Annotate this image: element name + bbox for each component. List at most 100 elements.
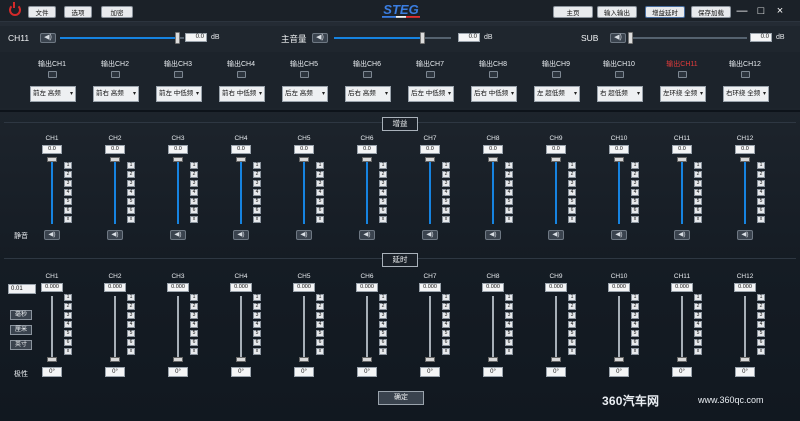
gain-step-button[interactable]: 2 [694, 171, 702, 178]
delay-fader-track[interactable] [618, 296, 620, 358]
speaker-icon[interactable]: ◀) [170, 230, 186, 240]
output-select[interactable]: 后左 中低频 [408, 86, 454, 102]
delay-step-button[interactable]: 3 [64, 312, 72, 319]
gain-step-button[interactable]: 1 [694, 162, 702, 169]
gain-step-button[interactable]: 6 [442, 207, 450, 214]
delay-step-button[interactable]: 6 [253, 339, 261, 346]
speaker-icon[interactable]: ◀) [312, 33, 328, 43]
speaker-icon[interactable]: ◀) [296, 230, 312, 240]
gain-fader-track[interactable] [51, 162, 53, 224]
gain-step-button[interactable]: 2 [316, 171, 324, 178]
gain-step-button[interactable]: 6 [505, 207, 513, 214]
delay-step-button[interactable]: 6 [694, 339, 702, 346]
home-button[interactable]: 主页 [553, 6, 593, 18]
gain-step-button[interactable]: 1 [757, 162, 765, 169]
delay-fader-knob[interactable] [740, 357, 750, 362]
options-menu[interactable]: 选项 [64, 6, 92, 18]
output-toggle[interactable] [741, 71, 750, 78]
delay-step-button[interactable]: 6 [631, 339, 639, 346]
save-load-button[interactable]: 保存加载 [691, 6, 731, 18]
delay-step-button[interactable]: 5 [631, 330, 639, 337]
master-main-track[interactable] [334, 37, 420, 39]
gain-step-button[interactable]: 1 [379, 162, 387, 169]
delay-step-button[interactable]: x [64, 348, 72, 355]
delay-fader-track[interactable] [114, 296, 116, 358]
gain-step-button[interactable]: 4 [253, 189, 261, 196]
delay-fader-track[interactable] [303, 296, 305, 358]
delay-step-button[interactable]: 2 [64, 303, 72, 310]
gain-step-button[interactable]: 2 [568, 171, 576, 178]
maximize-icon[interactable]: □ [753, 4, 769, 18]
polarity-value[interactable]: 0° [357, 367, 377, 377]
gain-step-button[interactable]: 6 [316, 207, 324, 214]
gain-step-button[interactable]: 5 [127, 198, 135, 205]
gain-fader-track[interactable] [492, 162, 494, 224]
delay-step-button[interactable]: 6 [568, 339, 576, 346]
gain-step-button[interactable]: 2 [379, 171, 387, 178]
output-select[interactable]: 前右 中低频 [219, 86, 265, 102]
polarity-value[interactable]: 0° [168, 367, 188, 377]
master-sub-value[interactable]: 0.0 [750, 33, 772, 42]
gain-value[interactable]: 0.0 [546, 145, 566, 154]
gain-step-button[interactable]: 5 [694, 198, 702, 205]
gain-step-button[interactable]: 4 [442, 189, 450, 196]
delay-step-button[interactable]: 6 [316, 339, 324, 346]
polarity-value[interactable]: 0° [231, 367, 251, 377]
delay-step-button[interactable]: 5 [190, 330, 198, 337]
delay-step-button[interactable]: 1 [127, 294, 135, 301]
gain-step-button[interactable]: 2 [757, 171, 765, 178]
confirm-button[interactable]: 确定 [378, 391, 424, 405]
gain-value[interactable]: 0.0 [231, 145, 251, 154]
delay-step-button[interactable]: 4 [253, 321, 261, 328]
delay-step-button[interactable]: x [568, 348, 576, 355]
gain-step-button[interactable]: 3 [379, 180, 387, 187]
delay-step-button[interactable]: 4 [379, 321, 387, 328]
speaker-icon[interactable]: ◀) [422, 230, 438, 240]
delay-step-button[interactable]: 4 [568, 321, 576, 328]
speaker-icon[interactable]: ◀) [44, 230, 60, 240]
delay-step-button[interactable]: 4 [316, 321, 324, 328]
delay-step-button[interactable]: 4 [757, 321, 765, 328]
gain-value[interactable]: 0.0 [294, 145, 314, 154]
polarity-value[interactable]: 0° [294, 367, 314, 377]
gain-step-button[interactable]: 6 [631, 207, 639, 214]
delay-step-button[interactable]: 1 [568, 294, 576, 301]
delay-step-button[interactable]: 3 [568, 312, 576, 319]
delay-step-button[interactable]: 4 [505, 321, 513, 328]
gain-step-button[interactable]: 2 [442, 171, 450, 178]
delay-step-button[interactable]: 5 [253, 330, 261, 337]
output-toggle[interactable] [615, 71, 624, 78]
gain-step-button[interactable]: 4 [316, 189, 324, 196]
speaker-icon[interactable]: ◀) [674, 230, 690, 240]
speaker-icon[interactable]: ◀) [737, 230, 753, 240]
delay-step-button[interactable]: 1 [253, 294, 261, 301]
delay-value[interactable]: 0.000 [545, 283, 567, 292]
gain-value[interactable]: 0.0 [735, 145, 755, 154]
delay-step-button[interactable]: 2 [127, 303, 135, 310]
gain-step-button[interactable]: 3 [442, 180, 450, 187]
delay-step-button[interactable]: 3 [505, 312, 513, 319]
delay-value[interactable]: 0.000 [230, 283, 252, 292]
gain-step-button[interactable]: 1 [64, 162, 72, 169]
unit-ms-button[interactable]: 毫秒 [10, 310, 32, 320]
gain-step-button[interactable]: 4 [505, 189, 513, 196]
delay-step-button[interactable]: 5 [442, 330, 450, 337]
delay-step-button[interactable]: 4 [694, 321, 702, 328]
gain-fader-track[interactable] [240, 162, 242, 224]
delay-fader-knob[interactable] [614, 357, 624, 362]
gain-step-button[interactable]: 4 [127, 189, 135, 196]
gain-step-button[interactable]: 1 [127, 162, 135, 169]
delay-value[interactable]: 0.000 [104, 283, 126, 292]
delay-step-button[interactable]: 2 [442, 303, 450, 310]
delay-step-button[interactable]: 2 [694, 303, 702, 310]
delay-step-button[interactable]: 2 [316, 303, 324, 310]
delay-step-button[interactable]: 2 [631, 303, 639, 310]
gain-fader-track[interactable] [618, 162, 620, 224]
gain-step-button[interactable]: 4 [190, 189, 198, 196]
polarity-value[interactable]: 0° [735, 367, 755, 377]
gain-fader-track[interactable] [366, 162, 368, 224]
delay-fader-track[interactable] [51, 296, 53, 358]
unit-inch-button[interactable]: 英寸 [10, 340, 32, 350]
delay-step-button[interactable]: 5 [568, 330, 576, 337]
delay-step-button[interactable]: x [442, 348, 450, 355]
